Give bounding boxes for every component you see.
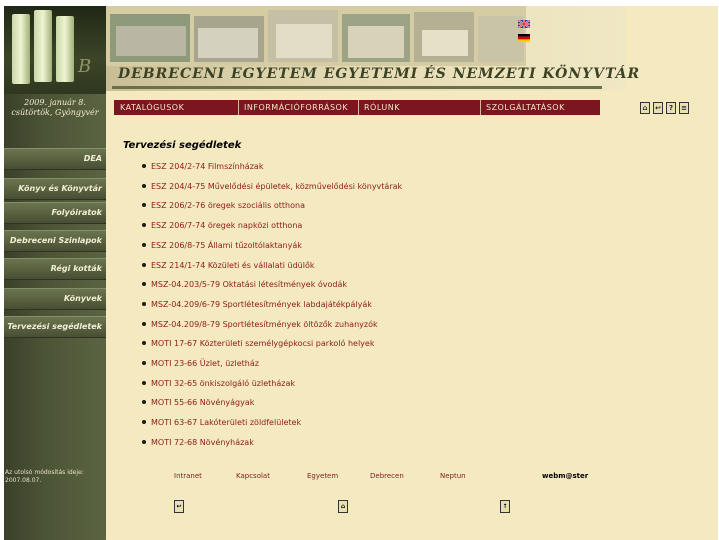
bullet-icon xyxy=(142,341,146,345)
document-list-item[interactable]: ESZ 204/4-75 Művelődési épületek, közműv… xyxy=(142,182,402,191)
print-icon[interactable]: ≡ xyxy=(679,102,689,114)
sidebar-item-label: Könyv és Könyvtár xyxy=(18,184,102,193)
nav-item-rolunk[interactable]: RÓLUNK xyxy=(364,100,400,115)
document-list-item[interactable]: ESZ 206/2-76 öregek szociális otthona xyxy=(142,201,305,210)
up-icon[interactable]: ↑ xyxy=(500,500,510,513)
page-frame: B 2009. január 8. csütörtök, Gyöngyvér D… xyxy=(4,6,718,540)
nav-item-informacioforrasok[interactable]: INFORMÁCIÓFORRÁSOK xyxy=(244,100,348,115)
footer-link-kapcsolat[interactable]: Kapcsolat xyxy=(236,472,270,480)
document-list-item[interactable]: ESZ 206/7-74 öregek napközi otthona xyxy=(142,221,302,230)
document-list-item[interactable]: MOTI 32-65 önkiszolgáló üzletházak xyxy=(142,379,295,388)
document-title: ESZ 206/2-76 öregek szociális otthona xyxy=(151,201,305,210)
page-title: Tervezési segédletek xyxy=(123,140,242,151)
document-title: ESZ 204/2-74 Filmszínházak xyxy=(151,162,264,171)
nav-item-katalogusok[interactable]: KATALÓGUSOK xyxy=(120,100,184,115)
library-logo: B xyxy=(4,6,106,94)
main-navigation: KATALÓGUSOK INFORMÁCIÓFORRÁSOK RÓLUNK SZ… xyxy=(114,100,600,115)
footer-link-egyetem[interactable]: Egyetem xyxy=(307,472,338,480)
bullet-icon xyxy=(142,263,146,267)
sidebar-item-folyoiratok[interactable]: Folyóiratok xyxy=(4,202,106,224)
current-date: 2009. január 8. csütörtök, Gyöngyvér xyxy=(4,98,106,118)
document-title: MOTI 63-67 Lakóterületi zöldfelületek xyxy=(151,418,302,427)
bullet-icon xyxy=(142,440,146,444)
sidebar-item-label: DEA xyxy=(83,154,102,163)
nav-divider xyxy=(480,100,481,115)
bullet-icon xyxy=(142,164,146,168)
german-flag-icon[interactable] xyxy=(518,34,530,42)
nav-divider xyxy=(358,100,359,115)
document-title: MOTI 17-67 Közterületi személygépkocsi p… xyxy=(151,339,375,348)
sidebar-item-tervezesi-segedletek[interactable]: Tervezési segédletek xyxy=(4,316,106,338)
sidebar-item-label: Régi kották xyxy=(50,264,102,273)
document-title: ESZ 214/1-74 Közületi és vállalati üdülő… xyxy=(151,261,315,270)
sidebar-item-konyvek[interactable]: Könyvek xyxy=(4,288,106,310)
footer-link-neptun[interactable]: Neptun xyxy=(440,472,466,480)
back-icon[interactable]: ↩ xyxy=(653,102,663,114)
bullet-icon xyxy=(142,400,146,404)
footer-link-debrecen[interactable]: Debrecen xyxy=(370,472,404,480)
last-modified: Az utolsó módosítás ideje: 2007.08.07. xyxy=(5,469,105,485)
document-title: ESZ 204/4-75 Művelődési épületek, közműv… xyxy=(151,182,403,191)
last-modified-date: 2007.08.07. xyxy=(5,477,42,484)
sidebar-item-label: Könyvek xyxy=(63,294,102,303)
document-title: MOTI 72-68 Növényházak xyxy=(151,438,254,447)
bullet-icon xyxy=(142,322,146,326)
sidebar-item-label: Debreceni Szinlapok xyxy=(9,236,102,245)
nav-divider xyxy=(238,100,239,115)
document-title: MOTI 32-65 önkiszolgáló üzletházak xyxy=(151,379,295,388)
sidebar-item-konyv-es-konyvtar[interactable]: Könyv és Könyvtár xyxy=(4,178,106,200)
bullet-icon xyxy=(142,361,146,365)
left-sidebar: B 2009. január 8. csütörtök, Gyöngyvér D… xyxy=(4,6,106,540)
footer-link-webmaster[interactable]: webm@ster xyxy=(542,472,588,480)
bullet-icon xyxy=(142,420,146,424)
home-icon[interactable]: ⌂ xyxy=(338,500,348,513)
document-title: MSZ-04.203/5-79 Oktatási létesítmények ó… xyxy=(151,280,348,289)
document-list-item[interactable]: MOTI 63-67 Lakóterületi zöldfelületek xyxy=(142,418,301,427)
sidebar-item-dea[interactable]: DEA xyxy=(4,148,106,170)
sidebar-item-label: Tervezési segédletek xyxy=(7,322,102,331)
document-title: ESZ 206/7-74 öregek napközi otthona xyxy=(151,221,303,230)
date-line: 2009. január 8. xyxy=(24,98,86,107)
back-icon[interactable]: ↩ xyxy=(174,500,184,513)
document-list-item[interactable]: MSZ-04.209/8-79 Sportlétesítmények öltöz… xyxy=(142,320,378,329)
help-icon[interactable]: ? xyxy=(666,102,676,114)
site-title: DEBRECENI EGYETEM EGYETEMI ÉS NEMZETI KÖ… xyxy=(118,66,641,82)
document-list-item[interactable]: ESZ 206/8-75 Állami tűzoltólaktanyák xyxy=(142,241,302,250)
document-list-item[interactable]: MOTI 72-68 Növényházak xyxy=(142,438,254,447)
document-title: MSZ-04.209/6-79 Sportlétesítmények labda… xyxy=(151,300,372,309)
campus-photo-collage xyxy=(106,6,526,66)
document-title: MOTI 23-66 Üzlet, üzletház xyxy=(151,359,259,368)
header-divider xyxy=(112,86,602,89)
bullet-icon xyxy=(142,203,146,207)
nav-item-szolgaltatasok[interactable]: SZOLGÁLTATÁSOK xyxy=(486,100,565,115)
document-list-item[interactable]: ESZ 204/2-74 Filmszínházak xyxy=(142,162,263,171)
bullet-icon xyxy=(142,184,146,188)
document-title: MOTI 55-66 Növényágyak xyxy=(151,398,255,407)
sidebar-item-regi-kottak[interactable]: Régi kották xyxy=(4,258,106,280)
bullet-icon xyxy=(142,282,146,286)
weekday-name-day: csütörtök, Gyöngyvér xyxy=(11,108,99,117)
footer-link-intranet[interactable]: Intranet xyxy=(174,472,202,480)
document-title: MSZ-04.209/8-79 Sportlétesítmények öltöz… xyxy=(151,320,378,329)
document-title: ESZ 206/8-75 Állami tűzoltólaktanyák xyxy=(151,241,302,250)
bullet-icon xyxy=(142,302,146,306)
last-modified-label: Az utolsó módosítás ideje: xyxy=(5,469,84,476)
document-list-item[interactable]: ESZ 214/1-74 Közületi és vállalati üdülő… xyxy=(142,261,315,270)
bullet-icon xyxy=(142,243,146,247)
bullet-icon xyxy=(142,381,146,385)
sidebar-item-label: Folyóiratok xyxy=(51,208,102,217)
english-flag-icon[interactable] xyxy=(518,20,530,28)
bullet-icon xyxy=(142,223,146,227)
document-list-item[interactable]: MSZ-04.209/6-79 Sportlétesítmények labda… xyxy=(142,300,372,309)
document-list-item[interactable]: MOTI 23-66 Üzlet, üzletház xyxy=(142,359,259,368)
site-header: DEBRECENI EGYETEM EGYETEMI ÉS NEMZETI KÖ… xyxy=(106,6,639,91)
document-list-item[interactable]: MSZ-04.203/5-79 Oktatási létesítmények ó… xyxy=(142,280,347,289)
sidebar-item-debreceni-szinlapok[interactable]: Debreceni Szinlapok xyxy=(4,230,106,252)
document-list-item[interactable]: MOTI 55-66 Növényágyak xyxy=(142,398,254,407)
home-icon[interactable]: ⌂ xyxy=(640,102,650,114)
document-list-item[interactable]: MOTI 17-67 Közterületi személygépkocsi p… xyxy=(142,339,374,348)
